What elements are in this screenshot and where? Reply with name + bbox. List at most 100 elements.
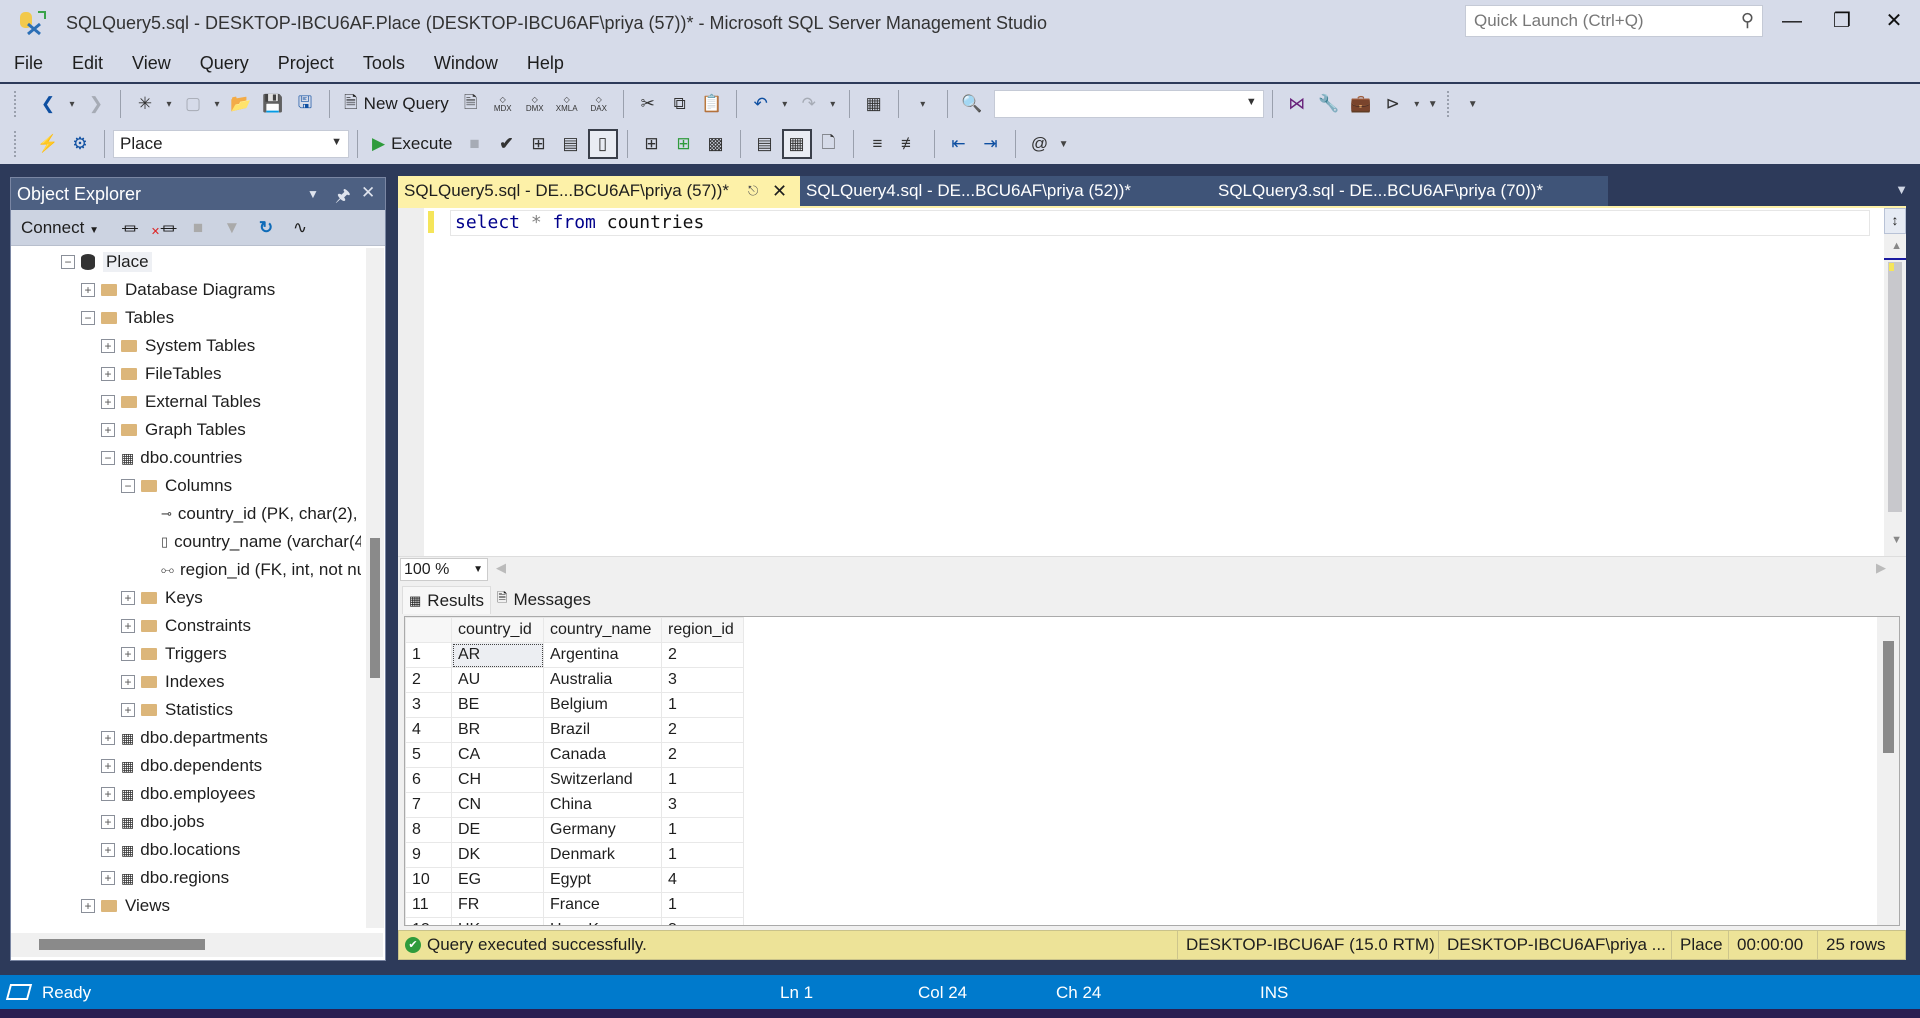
dax-query-icon[interactable]: ◇ DAX bbox=[584, 89, 614, 119]
collapse-icon[interactable]: − bbox=[121, 479, 135, 493]
pin-tab-icon[interactable]: ⎋ bbox=[748, 183, 758, 199]
expand-icon[interactable]: + bbox=[101, 339, 115, 353]
grid-cell[interactable]: Brazil bbox=[543, 717, 662, 743]
xmla-query-icon[interactable]: ◇ XMLA bbox=[552, 89, 582, 119]
cancel-query-icon[interactable]: ■ bbox=[460, 129, 490, 159]
paste-icon[interactable]: 📋 bbox=[697, 89, 727, 119]
menu-project[interactable]: Project bbox=[278, 53, 334, 74]
grid-cell[interactable]: Switzerland bbox=[543, 767, 662, 793]
tree-node[interactable]: − Tables bbox=[81, 304, 174, 332]
expand-icon[interactable]: + bbox=[101, 787, 115, 801]
table-row[interactable]: 8 DE Germany 1 bbox=[405, 817, 744, 843]
close-tab-icon[interactable]: ✕ bbox=[772, 181, 787, 202]
scroll-down-icon[interactable]: ▼ bbox=[1891, 534, 1902, 546]
column-header[interactable]: region_id bbox=[661, 617, 744, 643]
toolbar-options-icon[interactable]: ▼ bbox=[1466, 89, 1480, 119]
expand-icon[interactable]: + bbox=[101, 395, 115, 409]
expand-icon[interactable]: + bbox=[121, 647, 135, 661]
tree-node[interactable]: + ▦ dbo.regions bbox=[101, 864, 229, 892]
restore-button[interactable]: ❐ bbox=[1822, 6, 1862, 36]
activity-monitor-icon[interactable]: ∿ bbox=[283, 218, 317, 238]
grid-cell[interactable]: Egypt bbox=[543, 867, 662, 893]
tree-node[interactable]: + ▦ dbo.dependents bbox=[101, 752, 262, 780]
grid-cell[interactable]: 3 bbox=[661, 792, 744, 818]
toolbar-grip[interactable] bbox=[14, 91, 22, 117]
scrollbar-thumb[interactable] bbox=[370, 538, 380, 678]
editor-line-1[interactable]: select * from countries bbox=[450, 210, 1870, 236]
tree-node[interactable]: + FileTables bbox=[101, 360, 222, 388]
menu-view[interactable]: View bbox=[132, 53, 171, 74]
tree-node[interactable]: + Graph Tables bbox=[101, 416, 246, 444]
tree-node[interactable]: + External Tables bbox=[101, 388, 261, 416]
row-number[interactable]: 5 bbox=[405, 742, 452, 768]
grid-cell[interactable]: CN bbox=[451, 792, 544, 818]
grid-cell[interactable]: Australia bbox=[543, 667, 662, 693]
dmx-query-icon[interactable]: ◇ DMX bbox=[520, 89, 550, 119]
solution-configuration-combo[interactable]: ▼ bbox=[993, 90, 1264, 118]
row-number[interactable]: 9 bbox=[405, 842, 452, 868]
row-number[interactable]: 3 bbox=[405, 692, 452, 718]
expand-icon[interactable]: + bbox=[121, 675, 135, 689]
grid-cell[interactable]: Argentina bbox=[543, 642, 662, 668]
tab-sqlquery3[interactable]: SQLQuery3.sql - DE...BCU6AF\priya (70))* bbox=[1202, 176, 1608, 206]
table-row[interactable]: 10 EG Egypt 4 bbox=[405, 867, 744, 893]
collapse-icon[interactable]: − bbox=[101, 451, 115, 465]
column-header[interactable]: country_id bbox=[451, 617, 544, 643]
tree-node[interactable]: + ▦ dbo.locations bbox=[101, 836, 240, 864]
filter-icon[interactable]: ▼ bbox=[215, 218, 249, 238]
tree-node[interactable]: + Database Diagrams bbox=[81, 276, 275, 304]
tab-sqlquery5[interactable]: SQLQuery5.sql - DE...BCU6AF\priya (57))*… bbox=[398, 176, 800, 206]
grid-cell[interactable]: EG bbox=[451, 867, 544, 893]
new-project-dropdown-icon[interactable]: ▾ bbox=[162, 89, 176, 119]
results-to-text-icon[interactable]: ▤ bbox=[750, 129, 780, 159]
client-statistics-icon[interactable]: ▩ bbox=[701, 129, 731, 159]
row-number[interactable]: 12 bbox=[405, 917, 452, 925]
row-number[interactable]: 4 bbox=[405, 717, 452, 743]
query-options-icon[interactable]: ▤ bbox=[556, 129, 586, 159]
expand-icon[interactable]: + bbox=[101, 871, 115, 885]
scrollbar-thumb[interactable] bbox=[39, 939, 205, 950]
scrollbar-thumb[interactable] bbox=[1883, 641, 1894, 753]
grid-cell[interactable]: BE bbox=[451, 692, 544, 718]
forward-icon[interactable]: ❯ bbox=[81, 89, 111, 119]
redo-icon[interactable]: ↷ bbox=[794, 89, 824, 119]
toolbar-grip[interactable] bbox=[1446, 91, 1455, 117]
table-row[interactable]: 4 BR Brazil 2 bbox=[405, 717, 744, 743]
table-row[interactable]: 11 FR France 1 bbox=[405, 892, 744, 918]
grid-cell[interactable]: 3 bbox=[661, 917, 744, 925]
table-row[interactable]: 9 DK Denmark 1 bbox=[405, 842, 744, 868]
decrease-indent-icon[interactable]: ⇤ bbox=[944, 129, 974, 159]
open-file-icon[interactable]: 📂 bbox=[226, 89, 256, 119]
grid-cell[interactable]: AR bbox=[451, 642, 544, 668]
grid-cell[interactable]: 2 bbox=[661, 742, 744, 768]
undo-dropdown-icon[interactable]: ▾ bbox=[778, 89, 792, 119]
expand-icon[interactable]: + bbox=[101, 843, 115, 857]
connect-dropdown[interactable]: Connect ▼ bbox=[21, 218, 99, 238]
menu-help[interactable]: Help bbox=[527, 53, 564, 74]
table-row[interactable]: 3 BE Belgium 1 bbox=[405, 692, 744, 718]
grid-cell[interactable]: AU bbox=[451, 667, 544, 693]
tree-node[interactable]: + Indexes bbox=[121, 668, 225, 696]
change-connection-icon[interactable]: ⚙ bbox=[65, 129, 95, 159]
refresh-icon[interactable]: ↻ bbox=[249, 218, 283, 238]
tab-sqlquery4[interactable]: SQLQuery4.sql - DE...BCU6AF\priya (52))* bbox=[800, 176, 1202, 206]
row-number[interactable]: 11 bbox=[405, 892, 452, 918]
grid-cell[interactable]: HongKong bbox=[543, 917, 662, 925]
grid-cell[interactable]: Germany bbox=[543, 817, 662, 843]
tree-node[interactable]: ⧟ region_id (FK, int, not nu bbox=[141, 556, 361, 584]
save-icon[interactable]: 💾 bbox=[258, 89, 288, 119]
uncomment-lines-icon[interactable]: ≢ bbox=[895, 129, 925, 159]
expand-icon[interactable]: + bbox=[121, 619, 135, 633]
tab-messages[interactable]: 🗎 Messages bbox=[491, 586, 597, 614]
specify-template-values-icon[interactable]: @ bbox=[1025, 129, 1055, 159]
grid-cell[interactable]: DE bbox=[451, 817, 544, 843]
split-editor-icon[interactable]: ↕ bbox=[1884, 208, 1906, 234]
expand-icon[interactable]: + bbox=[101, 815, 115, 829]
execute-button[interactable]: ▶ Execute bbox=[366, 129, 459, 159]
tree-node[interactable]: − Place bbox=[61, 248, 152, 276]
tree-vertical-scrollbar[interactable] bbox=[366, 248, 384, 928]
grid-cell[interactable]: China bbox=[543, 792, 662, 818]
stop-icon[interactable]: ■ bbox=[181, 218, 215, 238]
results-to-file-icon[interactable]: 🗋 bbox=[814, 129, 844, 159]
row-number[interactable]: 1 bbox=[405, 642, 452, 668]
